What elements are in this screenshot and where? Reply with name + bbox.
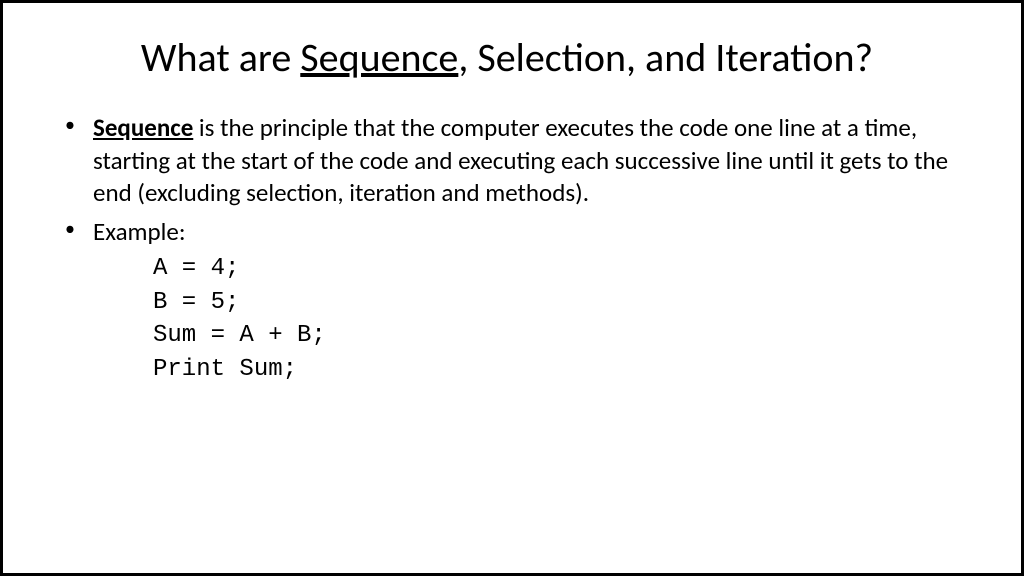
title-prefix: What are bbox=[141, 33, 300, 82]
code-line-2: B = 5; bbox=[153, 286, 961, 320]
title-underlined: Sequence bbox=[300, 33, 458, 82]
bullet-item-definition: Sequence is the principle that the compu… bbox=[93, 112, 961, 210]
definition-text: is the principle that the computer execu… bbox=[93, 112, 948, 208]
slide-title: What are Sequence, Selection, and Iterat… bbox=[53, 33, 961, 82]
bullet-list: Sequence is the principle that the compu… bbox=[53, 112, 961, 386]
code-line-1: A = 4; bbox=[153, 252, 961, 286]
code-line-4: Print Sum; bbox=[153, 353, 961, 387]
bullet-item-example: Example: A = 4; B = 5; Sum = A + B; Prin… bbox=[93, 216, 961, 387]
term-sequence: Sequence bbox=[93, 112, 193, 143]
example-label: Example: bbox=[93, 216, 186, 247]
code-block: A = 4; B = 5; Sum = A + B; Print Sum; bbox=[93, 252, 961, 386]
slide-content: Sequence is the principle that the compu… bbox=[53, 112, 961, 386]
code-line-3: Sum = A + B; bbox=[153, 319, 961, 353]
title-suffix: , Selection, and Iteration? bbox=[458, 33, 873, 82]
